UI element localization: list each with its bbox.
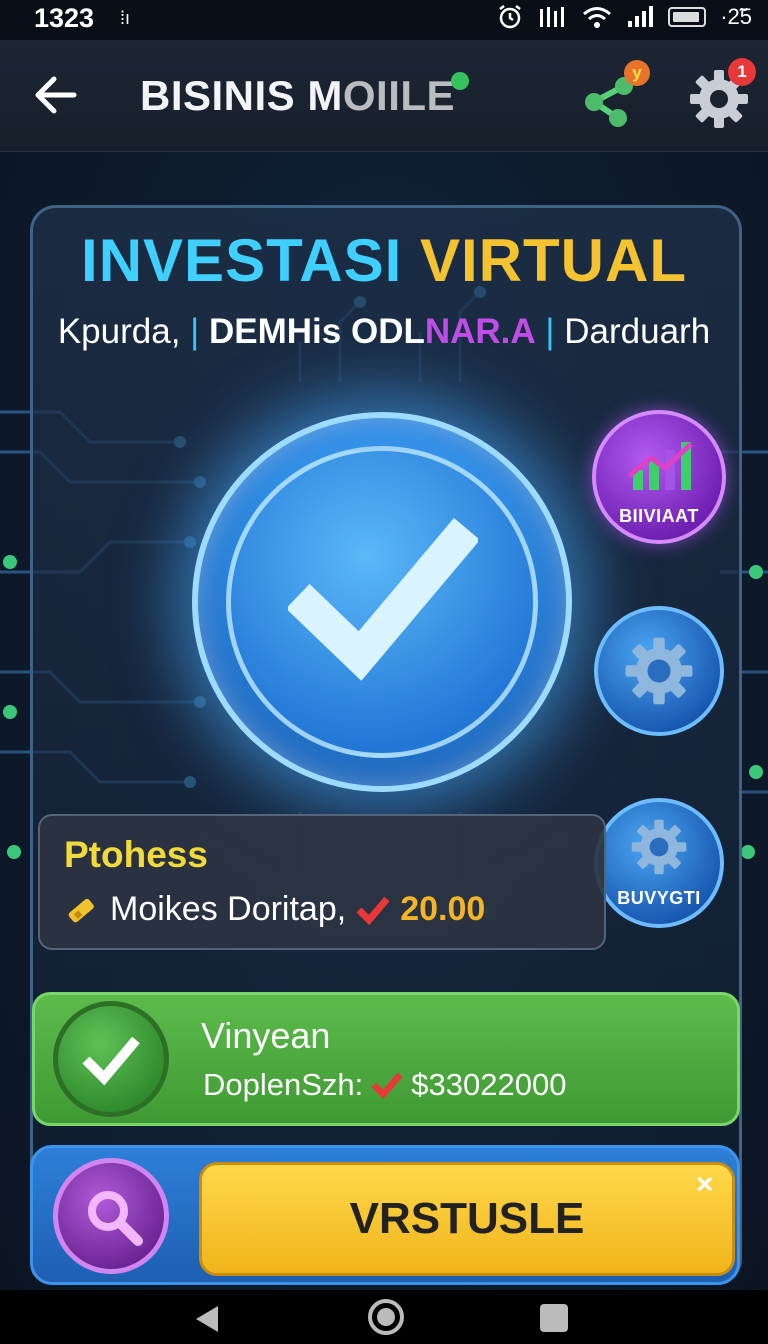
status-icons: ·2̃5 bbox=[496, 3, 752, 31]
status-bar: 1323 ⁞ı ·2̃5 bbox=[0, 0, 768, 40]
share-button[interactable]: y bbox=[580, 60, 650, 132]
progress-panel: Ptohess Moikes Doritap, 20.00 bbox=[38, 814, 606, 950]
buy-label: BUVYGTI bbox=[617, 888, 701, 908]
settings-button[interactable]: 1 bbox=[684, 58, 756, 132]
result-row: DoplenSzh: $33022000 bbox=[203, 1067, 566, 1103]
sub-part3b: NAR.A bbox=[424, 312, 536, 351]
arrow-left-icon bbox=[35, 76, 77, 114]
app-screen: 1323 ⁞ı ·2̃5 BISINIS MOIILE y 1 INVESTAS… bbox=[0, 0, 768, 1344]
separator-2: | bbox=[545, 312, 555, 351]
settings-badge: 1 bbox=[728, 58, 756, 86]
search-icon bbox=[88, 1191, 143, 1246]
verified-check-orb[interactable] bbox=[192, 412, 572, 792]
subheadline: Kpurda, | DEMHis ODLNAR.A | Darduarh bbox=[0, 312, 768, 352]
progress-title: Ptohess bbox=[64, 834, 208, 875]
battery-text: ·2̃5 bbox=[720, 4, 752, 29]
checkmark-icon bbox=[82, 1036, 140, 1086]
app-bar: BISINIS MOIILE y 1 bbox=[0, 40, 768, 152]
wifi-icon bbox=[583, 7, 612, 28]
signal-icon bbox=[540, 7, 565, 27]
system-nav-bar bbox=[0, 1290, 768, 1344]
result-check-badge bbox=[53, 1001, 169, 1117]
title-dot-icon bbox=[451, 72, 470, 90]
settings-round-button[interactable] bbox=[594, 606, 724, 736]
analytics-button[interactable]: BIIVIAAT bbox=[592, 410, 726, 544]
buy-button[interactable]: BUVYGTI bbox=[594, 798, 724, 928]
nav-back-icon[interactable] bbox=[196, 1306, 218, 1332]
analytics-label: BIIVIAAT bbox=[619, 506, 699, 526]
result-panel: Vinyean DoplenSzh: $33022000 bbox=[32, 992, 740, 1126]
app-title-tail: OIILE bbox=[342, 72, 456, 119]
result-label: DoplenSzh: bbox=[203, 1067, 364, 1102]
app-title-main: BISINIS M bbox=[140, 72, 343, 119]
sub-part3a: ODL bbox=[350, 312, 425, 351]
battery-icon bbox=[668, 7, 707, 27]
progress-amount: 20.00 bbox=[400, 890, 486, 928]
progress-row: Moikes Doritap, 20.00 bbox=[64, 890, 485, 929]
result-amount: $33022000 bbox=[411, 1067, 567, 1102]
coin-stack-icon bbox=[68, 898, 94, 922]
nav-home-icon[interactable] bbox=[368, 1299, 404, 1335]
close-button[interactable]: × bbox=[696, 1168, 714, 1202]
result-title: Vinyean bbox=[201, 1015, 331, 1056]
alarm-icon bbox=[499, 5, 521, 29]
headline-part1: INVESTASI bbox=[81, 227, 403, 294]
chart-growth-icon bbox=[627, 442, 693, 490]
headline-part2: VIRTUAL bbox=[419, 227, 687, 294]
search-button[interactable] bbox=[53, 1158, 169, 1274]
share-badge: y bbox=[624, 60, 650, 86]
cell-signal-icon bbox=[628, 6, 654, 27]
action-panel: VRSTUSLE bbox=[30, 1145, 740, 1285]
checkmark-icon bbox=[371, 1072, 403, 1099]
nav-recents-icon[interactable] bbox=[540, 1304, 568, 1332]
progress-description: Moikes Doritap, bbox=[110, 890, 347, 928]
checkmark-icon bbox=[356, 896, 390, 925]
status-time: 1323 bbox=[34, 3, 95, 33]
checkmark-icon bbox=[288, 518, 478, 681]
sub-part4: Darduarh bbox=[564, 312, 711, 351]
gear-icon bbox=[631, 819, 687, 875]
sub-part2: DEMHis bbox=[208, 312, 342, 351]
headline: INVESTASI VIRTUAL bbox=[0, 226, 768, 295]
gear-icon bbox=[625, 637, 693, 705]
app-title: BISINIS MOIILE bbox=[140, 72, 470, 120]
separator-1: | bbox=[190, 312, 200, 351]
primary-action-button[interactable]: VRSTUSLE bbox=[199, 1162, 735, 1276]
back-button[interactable] bbox=[30, 70, 86, 122]
sub-part1: Kpurda, bbox=[57, 312, 181, 351]
status-small-indicator: ⁞ı bbox=[120, 8, 131, 28]
